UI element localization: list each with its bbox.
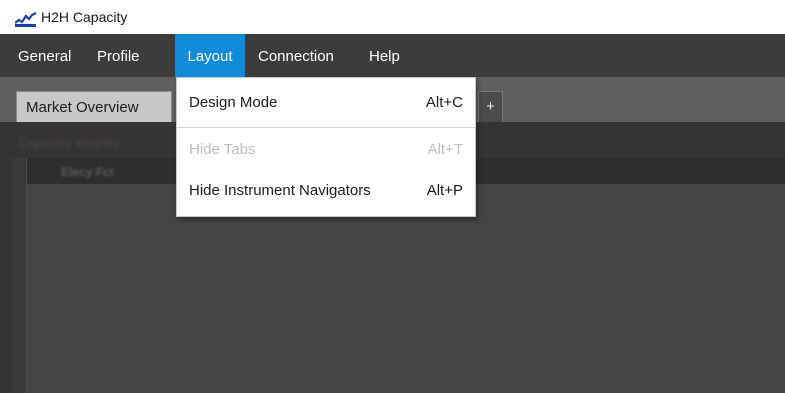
layout-dropdown-menu: Design Mode Alt+C Hide Tabs Alt+T Hide I… [176, 77, 476, 217]
menu-item-design-mode[interactable]: Design Mode Alt+C [177, 83, 475, 123]
menu-bar: General Profile Layout Connection Help [0, 34, 785, 77]
menu-item-label: Design Mode [189, 94, 278, 111]
menu-item-shortcut: Alt+C [425, 94, 463, 111]
menu-item-hide-instrument-navigators[interactable]: Hide Instrument Navigators Alt+P [177, 171, 475, 211]
menu-item-label: Hide Instrument Navigators [189, 182, 371, 199]
add-tab-button[interactable]: + [478, 91, 503, 123]
menu-item-shortcut: Alt+T [427, 141, 463, 158]
menu-item-hide-tabs: Hide Tabs Alt+T [177, 130, 475, 170]
menu-connection[interactable]: Connection [258, 34, 334, 77]
instrument-panel-label: Elecy Fct [61, 165, 114, 179]
menu-general[interactable]: General [18, 34, 71, 77]
app-title: H2H Capacity [41, 9, 128, 25]
menu-help[interactable]: Help [369, 34, 400, 77]
menu-item-shortcut: Alt+P [426, 182, 463, 199]
left-strip [12, 158, 26, 393]
title-bar: H2H Capacity [0, 0, 785, 34]
tab-market-overview[interactable]: Market Overview [16, 91, 172, 123]
panel-title: Capacity display [18, 135, 121, 150]
tab-label: Market Overview [26, 99, 139, 116]
menu-layout[interactable]: Layout [175, 34, 245, 77]
menu-separator [177, 127, 475, 128]
menu-profile[interactable]: Profile [97, 34, 140, 77]
chart-line-icon [15, 11, 36, 27]
menu-item-label: Hide Tabs [189, 141, 256, 158]
